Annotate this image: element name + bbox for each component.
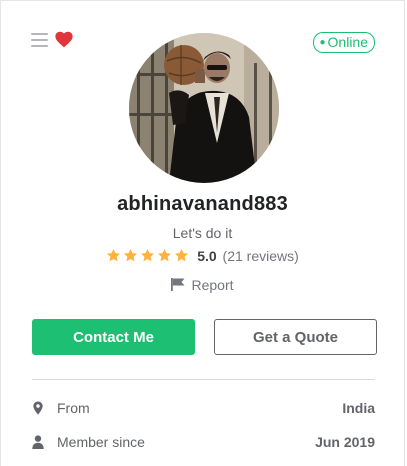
divider [32, 379, 375, 380]
member-since-label: Member since [57, 434, 145, 450]
report-label: Report [191, 277, 234, 293]
rating-score: 5.0 [197, 248, 217, 264]
from-label: From [57, 400, 90, 416]
seller-username[interactable]: abhinavanand883 [1, 193, 404, 216]
member-since-value: Jun 2019 [315, 434, 375, 450]
avatar-image [129, 33, 279, 183]
contact-me-button[interactable]: Contact Me [32, 319, 195, 355]
user-icon [32, 435, 44, 449]
stat-row-member-since: Member since Jun 2019 [32, 433, 375, 453]
get-a-quote-button[interactable]: Get a Quote [214, 319, 377, 355]
menu-icon[interactable] [31, 33, 48, 47]
stat-row-from: From India [32, 399, 375, 419]
online-dot-icon: ● [319, 37, 326, 48]
heart-icon[interactable] [55, 31, 73, 48]
star-icon [107, 248, 121, 262]
from-value: India [342, 400, 375, 416]
rating-stars [106, 248, 191, 266]
rating-review-count[interactable]: (21 reviews) [223, 248, 299, 264]
star-icon [175, 248, 189, 262]
star-icon [141, 248, 155, 262]
seller-card: ● Online abhinavanand883 Let's do it 5.0… [0, 0, 405, 466]
seller-tagline: Let's do it [172, 225, 233, 241]
online-status-badge: ● Online [313, 32, 375, 53]
online-status-label: Online [327, 34, 368, 50]
location-pin-icon [33, 401, 43, 415]
seller-rating: 5.0 (21 reviews) [1, 248, 404, 266]
flag-icon [171, 278, 185, 291]
report-link[interactable]: Report [1, 277, 404, 293]
star-icon [158, 248, 172, 262]
avatar[interactable] [129, 33, 279, 183]
star-icon [124, 248, 138, 262]
